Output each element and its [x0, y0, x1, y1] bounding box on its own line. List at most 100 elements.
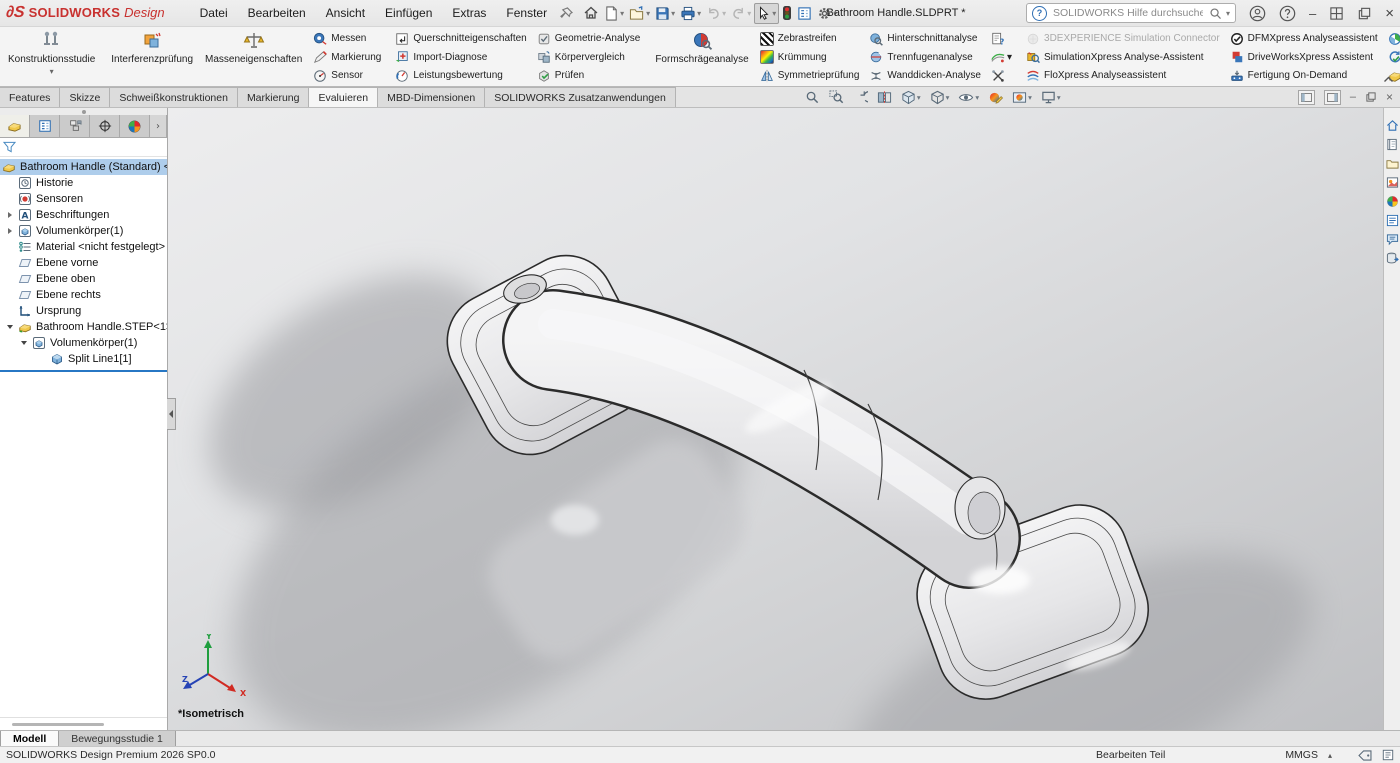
- menu-extras[interactable]: Extras: [443, 3, 495, 23]
- close-window-icon[interactable]: ×: [1385, 6, 1394, 21]
- minimize-icon[interactable]: –: [1309, 7, 1316, 20]
- tab-propertymanager[interactable]: [30, 115, 60, 137]
- screw-hole-right[interactable]: [955, 477, 1005, 539]
- menu-ansicht[interactable]: Ansicht: [317, 3, 374, 23]
- tab-bewegungsstudie[interactable]: Bewegungsstudie 1: [59, 731, 176, 746]
- check-button[interactable]: Prüfen: [534, 67, 644, 84]
- graphics-viewport[interactable]: Y X Z *Isometrisch: [168, 108, 1383, 730]
- dropdown-caret-icon[interactable]: ▾: [646, 9, 650, 18]
- manufacturing-on-demand-button[interactable]: Fertigung On-Demand: [1227, 67, 1381, 84]
- tree-item-solid-bodies[interactable]: Volumenkörper(1): [0, 223, 167, 239]
- tree-item-history[interactable]: Historie: [0, 175, 167, 191]
- sensor-button[interactable]: Sensor: [310, 67, 384, 84]
- taskpane-data-migration-button[interactable]: [1385, 251, 1399, 265]
- section-properties-button[interactable]: Querschnitteigenschaften: [392, 30, 529, 47]
- restore-document-icon[interactable]: [1365, 91, 1377, 103]
- zoom-area-button[interactable]: [828, 89, 845, 106]
- taskpane-forum-button[interactable]: [1385, 232, 1399, 246]
- xpert-tools-button[interactable]: [988, 67, 1015, 84]
- import-diagnostics-button[interactable]: Import-Diagnose: [392, 49, 529, 66]
- performance-evaluation-button[interactable]: Leistungsbewertung: [392, 67, 529, 84]
- search-scope-caret-icon[interactable]: ▾: [1226, 9, 1230, 18]
- floxpress-button[interactable]: FloXpress Analyseassistent: [1023, 67, 1223, 84]
- compare-bodies-button[interactable]: Körpervergleich: [534, 49, 644, 66]
- tree-horizontal-scrollbar[interactable]: [0, 717, 167, 730]
- redo-button[interactable]: ▾: [729, 4, 753, 23]
- menu-einfuegen[interactable]: Einfügen: [376, 3, 441, 23]
- tab-configurationmanager[interactable]: [60, 115, 90, 137]
- tree-item-plane-right[interactable]: Ebene rechts: [0, 287, 167, 303]
- view-orientation-button[interactable]: ▾: [900, 89, 922, 106]
- undercut-analysis-button[interactable]: Hinterschnittanalyse: [866, 30, 984, 47]
- tree-item-origin[interactable]: Ursprung: [0, 303, 167, 319]
- pin-menu-icon[interactable]: [560, 7, 573, 20]
- section-view-button[interactable]: [876, 89, 893, 106]
- draft-analysis-button[interactable]: Formschrägeanalyse: [649, 28, 754, 86]
- tree-filter-row[interactable]: [0, 138, 167, 157]
- menu-fenster[interactable]: Fenster: [497, 3, 556, 23]
- geometry-analysis-button[interactable]: Geometrie-Analyse: [534, 30, 644, 47]
- taskpane-design-library-button[interactable]: [1385, 156, 1399, 170]
- expand-arrow-icon[interactable]: [6, 228, 14, 234]
- help-search-input[interactable]: [1051, 6, 1205, 20]
- tab-dimxpertmanager[interactable]: [90, 115, 120, 137]
- menu-bearbeiten[interactable]: Bearbeiten: [239, 3, 315, 23]
- tree-item-split-line-body[interactable]: Split Line1[1]: [0, 351, 167, 367]
- tab-modell[interactable]: Modell: [0, 731, 59, 746]
- tab-mbd-dimensionen[interactable]: MBD-Dimensionen: [377, 87, 485, 107]
- dropdown-caret-icon[interactable]: ▾: [1028, 93, 1032, 102]
- minimize-document-icon[interactable]: –: [1350, 92, 1356, 103]
- tab-schweisskonstruktionen[interactable]: Schweißkonstruktionen: [109, 87, 238, 107]
- taskpane-home-button[interactable]: [1385, 118, 1399, 132]
- design-study-button[interactable]: Konstruktionsstudie ▾: [2, 28, 101, 86]
- tree-item-plane-front[interactable]: Ebene vorne: [0, 255, 167, 271]
- options-list-button[interactable]: [795, 4, 814, 23]
- measure-button[interactable]: Messen: [310, 30, 384, 47]
- collapse-left-pane-button[interactable]: [1298, 90, 1315, 105]
- zebra-stripes-button[interactable]: Zebrastreifen: [757, 30, 863, 47]
- dropdown-caret-icon[interactable]: ▾: [1007, 52, 1012, 63]
- manager-tabs-overflow-button[interactable]: ›: [150, 115, 167, 137]
- new-document-button[interactable]: ▾: [602, 4, 626, 23]
- markup-button[interactable]: Markierung: [310, 49, 384, 66]
- display-style-button[interactable]: ▾: [929, 89, 951, 106]
- units-caret-icon[interactable]: ▴: [1328, 751, 1332, 760]
- dropdown-caret-icon[interactable]: ▾: [50, 67, 54, 76]
- simulationxpress-button[interactable]: SimulationXpress Analyse-Assistent: [1023, 49, 1223, 66]
- rebuild-button[interactable]: [780, 3, 794, 23]
- dropdown-caret-icon[interactable]: ▾: [1057, 93, 1061, 102]
- search-icon[interactable]: [1209, 7, 1222, 20]
- tree-item-solid-bodies-imported[interactable]: Volumenkörper(1): [0, 335, 167, 351]
- taskpane-appearances-button[interactable]: [1385, 175, 1399, 189]
- dropdown-caret-icon[interactable]: ▾: [772, 9, 776, 18]
- edit-appearance-button[interactable]: [987, 89, 1004, 106]
- tree-item-material[interactable]: Material <nicht festgelegt>: [0, 239, 167, 255]
- tree-item-sensors[interactable]: Sensoren: [0, 191, 167, 207]
- curvature-button[interactable]: Krümmung: [757, 49, 863, 66]
- help-search-box[interactable]: ? ▾: [1026, 3, 1236, 23]
- previous-view-button[interactable]: [852, 89, 869, 106]
- collapse-arrow-icon[interactable]: [20, 341, 28, 345]
- save-button[interactable]: ▾: [653, 4, 677, 23]
- thickness-analysis-button[interactable]: Wanddicken-Analyse: [866, 67, 984, 84]
- zoom-fit-button[interactable]: [804, 89, 821, 106]
- dfmxpress-button[interactable]: DFMXpress Analyseassistent: [1227, 30, 1381, 47]
- taskpane-3dexperience-button[interactable]: [1385, 194, 1399, 208]
- close-document-icon[interactable]: ×: [1386, 91, 1393, 103]
- interference-check-button[interactable]: Interferenzprüfung: [105, 28, 199, 86]
- tree-item-annotations[interactable]: A Beschriftungen: [0, 207, 167, 223]
- model-bathroom-handle[interactable]: [168, 108, 1383, 730]
- view-settings-button[interactable]: ▾: [1040, 89, 1062, 106]
- expand-right-pane-button[interactable]: [1324, 90, 1341, 105]
- user-account-icon[interactable]: [1249, 5, 1266, 22]
- tab-skizze[interactable]: Skizze: [59, 87, 110, 107]
- tree-item-imported-part[interactable]: Bathroom Handle.STEP<1> ->: [0, 319, 167, 335]
- dropdown-caret-icon[interactable]: ▾: [975, 93, 979, 102]
- tab-displaymanager[interactable]: [120, 115, 150, 137]
- tab-zusatzanwendungen[interactable]: SOLIDWORKS Zusatzanwendungen: [484, 87, 676, 107]
- tab-markierung[interactable]: Markierung: [237, 87, 310, 107]
- symmetry-check-button[interactable]: Symmetrieprüfung: [757, 67, 863, 84]
- home-button[interactable]: [581, 3, 601, 23]
- check-report-button[interactable]: ?: [988, 30, 1015, 47]
- panel-collapse-strip[interactable]: [0, 108, 167, 115]
